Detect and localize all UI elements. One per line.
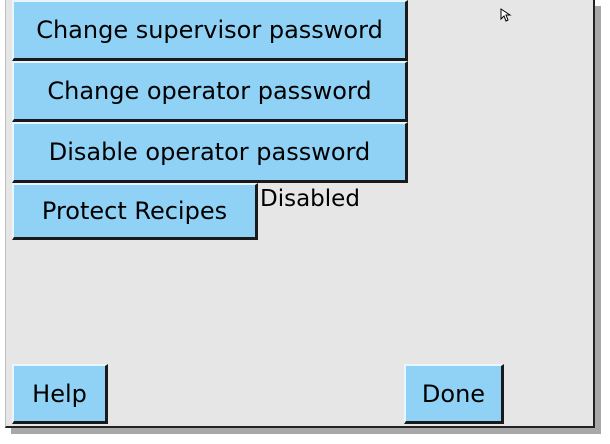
protect-recipes-button[interactable]: Protect Recipes: [12, 183, 258, 240]
done-button[interactable]: Done: [404, 364, 504, 424]
password-settings-panel: Change supervisor password Change operat…: [5, 0, 595, 428]
help-button[interactable]: Help: [12, 364, 108, 424]
change-operator-password-button[interactable]: Change operator password: [12, 61, 408, 122]
disable-operator-password-button[interactable]: Disable operator password: [12, 122, 408, 183]
mouse-pointer-icon: [500, 8, 512, 22]
change-supervisor-password-button[interactable]: Change supervisor password: [12, 0, 408, 61]
protect-recipes-status: Disabled: [260, 186, 360, 212]
